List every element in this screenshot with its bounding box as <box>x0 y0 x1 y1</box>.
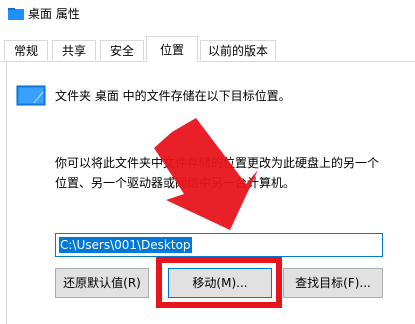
path-value: C:\Users\001\Desktop <box>59 237 192 253</box>
window-title: 桌面 属性 <box>28 7 80 21</box>
tab-sharing[interactable]: 共享 <box>52 40 96 60</box>
desktop-folder-icon <box>16 85 46 106</box>
folder-icon <box>8 8 24 20</box>
location-info: 你可以将此文件夹中文件存储的位置更改为此硬盘上的另一个 位置、另一个驱动器或网络… <box>55 153 405 193</box>
tab-location[interactable]: 位置 <box>146 36 198 62</box>
info-line-2: 位置、另一个驱动器或网络中另一台计算机。 <box>55 176 296 190</box>
find-target-label: 查找目标(F)... <box>295 276 371 290</box>
move-label: 移动(M)... <box>192 276 248 290</box>
restore-default-label: 还原默认值(R) <box>63 276 141 290</box>
find-target-button[interactable]: 查找目标(F)... <box>283 268 383 298</box>
tab-general[interactable]: 常规 <box>4 40 48 60</box>
location-description: 文件夹 桌面 中的文件存储在以下目标位置。 <box>55 89 291 103</box>
tab-bar: 常规 共享 安全 位置 以前的版本 <box>0 36 415 62</box>
move-button[interactable]: 移动(M)... <box>168 268 272 298</box>
title-bar: 桌面 属性 <box>0 0 415 28</box>
path-input[interactable]: C:\Users\001\Desktop <box>55 233 383 257</box>
restore-default-button[interactable]: 还原默认值(R) <box>55 268 149 298</box>
info-line-1: 你可以将此文件夹中文件存储的位置更改为此硬盘上的另一个 <box>55 156 380 170</box>
tab-previous-versions[interactable]: 以前的版本 <box>200 40 276 60</box>
tab-security[interactable]: 安全 <box>100 40 144 60</box>
